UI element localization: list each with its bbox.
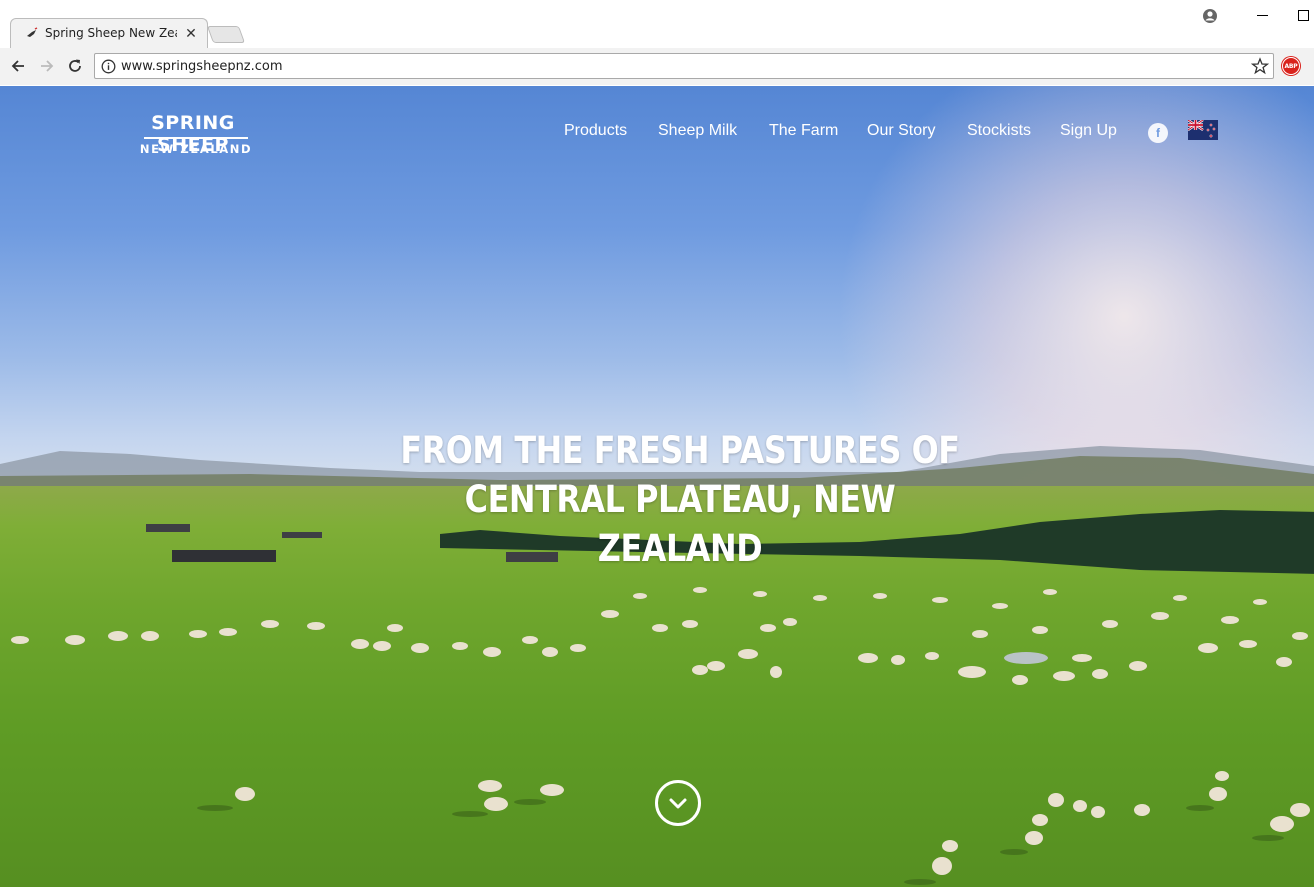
info-icon[interactable] [101, 59, 116, 74]
headline-line-2: CENTRAL PLATEAU, NEW ZEALAND [464, 478, 896, 570]
bookmark-star-icon[interactable] [1251, 57, 1269, 75]
hero-section: SPRING SHEEP NEW ZEALAND Products Sheep … [0, 86, 1314, 887]
url-text[interactable]: www.springsheepnz.com [121, 59, 283, 74]
new-tab-button[interactable] [206, 26, 246, 43]
nav-our-story[interactable]: Our Story [867, 122, 935, 140]
nav-the-farm[interactable]: The Farm [769, 122, 838, 140]
minimize-icon[interactable] [1253, 4, 1273, 24]
forward-button[interactable] [35, 54, 59, 78]
browser-toolbar: www.springsheepnz.com ABP [0, 48, 1314, 85]
adblock-label: ABP [1284, 62, 1298, 70]
new-zealand-flag-icon[interactable] [1188, 120, 1218, 140]
browser-chrome: Spring Sheep New Zealand ✕ www.springshe… [0, 0, 1314, 85]
tab-close-icon[interactable]: ✕ [183, 24, 199, 42]
reload-button[interactable] [63, 54, 87, 78]
back-button[interactable] [6, 54, 30, 78]
nav-stockists[interactable]: Stockists [967, 122, 1031, 140]
nav-sheep-milk[interactable]: Sheep Milk [658, 122, 737, 140]
scroll-down-chevron-icon[interactable] [654, 779, 702, 827]
sheep-flock [11, 587, 1310, 885]
adblock-icon[interactable]: ABP [1282, 57, 1300, 75]
headline-line-1: FROM THE FRESH PASTURES OF [400, 429, 960, 472]
farm-building [282, 532, 322, 538]
hero-headline: FROM THE FRESH PASTURES OF CENTRAL PLATE… [379, 426, 981, 573]
browser-tab[interactable]: Spring Sheep New Zealand ✕ [10, 18, 208, 48]
site-logo[interactable]: SPRING SHEEP NEW ZEALAND [122, 104, 272, 158]
back-arrow-icon [11, 60, 24, 72]
facebook-icon[interactable]: f [1148, 123, 1168, 143]
forward-arrow-icon [41, 60, 54, 72]
logo-divider [144, 137, 248, 139]
water-trough [1004, 652, 1048, 664]
maximize-icon[interactable] [1294, 4, 1314, 24]
nav-sign-up[interactable]: Sign Up [1060, 122, 1117, 140]
farm-house [172, 550, 276, 562]
sheep-favicon-icon [27, 27, 38, 37]
logo-subtitle: NEW ZEALAND [139, 142, 253, 156]
profile-icon[interactable] [1202, 8, 1218, 24]
farm-shed [146, 524, 190, 532]
reload-icon [69, 59, 81, 72]
tab-title: Spring Sheep New Zealand [45, 26, 177, 40]
tab-strip: Spring Sheep New Zealand ✕ [0, 0, 1314, 48]
nav-products[interactable]: Products [564, 122, 627, 140]
address-bar[interactable]: www.springsheepnz.com [94, 53, 1274, 79]
